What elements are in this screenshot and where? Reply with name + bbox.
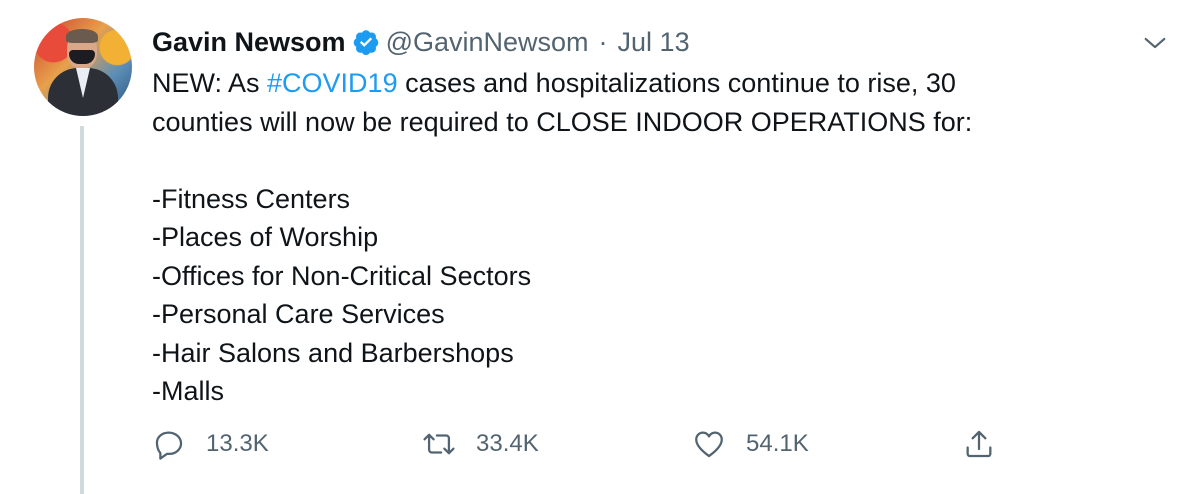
retweet-button[interactable]: 33.4K (422, 422, 539, 466)
tweet-date[interactable]: Jul 13 (618, 27, 690, 58)
avatar-column (34, 18, 132, 116)
author-name[interactable]: Gavin Newsom (152, 27, 346, 58)
reply-count: 13.3K (206, 430, 269, 457)
tweet-text-line-2: counties will now be required to CLOSE I… (152, 106, 973, 137)
retweet-icon (423, 433, 455, 455)
reply-icon (155, 431, 183, 460)
verified-badge-icon (352, 28, 380, 56)
tweet-text-suffix: cases and hospitalizations continue to r… (397, 68, 956, 98)
tweet-text-prefix: NEW: As (152, 68, 268, 98)
author-handle[interactable]: @GavinNewsom (386, 27, 589, 58)
like-button[interactable]: 54.1K (692, 422, 809, 466)
share-icon (966, 430, 992, 458)
tweet-text-line-1: NEW: As #COVID19 cases and hospitalizati… (152, 64, 1162, 103)
avatar-mask-shape (69, 50, 95, 64)
hashtag-link[interactable]: #COVID19 (267, 68, 398, 98)
list-item: -Fitness Centers (152, 183, 351, 214)
reply-button[interactable]: 13.3K (152, 422, 269, 466)
separator-dot: · (598, 26, 608, 57)
list-item: -Personal Care Services (152, 299, 445, 329)
share-button[interactable] (962, 422, 996, 466)
list-item: -Malls (152, 376, 224, 406)
avatar-hair-shape (66, 29, 98, 43)
chevron-down-icon[interactable] (1140, 28, 1170, 58)
tweet-header: Gavin Newsom @GavinNewsom · Jul 13 (152, 22, 690, 62)
list-item: -Hair Salons and Barbershops (152, 337, 514, 368)
heart-icon (695, 431, 723, 458)
like-count: 54.1K (746, 430, 809, 457)
list-item: -Offices for Non-Critical Sectors (152, 260, 532, 291)
retweet-count: 33.4K (476, 430, 539, 457)
list-item: -Places of Worship (152, 222, 379, 252)
avatar[interactable] (34, 18, 132, 116)
action-bar: 13.3K 33.4K 54.1K (152, 422, 1052, 466)
thread-line (80, 126, 84, 494)
tweet[interactable]: Gavin Newsom @GavinNewsom · Jul 13 NEW: … (0, 0, 1194, 494)
tweet-text: NEW: As #COVID19 cases and hospitalizati… (152, 64, 1162, 411)
